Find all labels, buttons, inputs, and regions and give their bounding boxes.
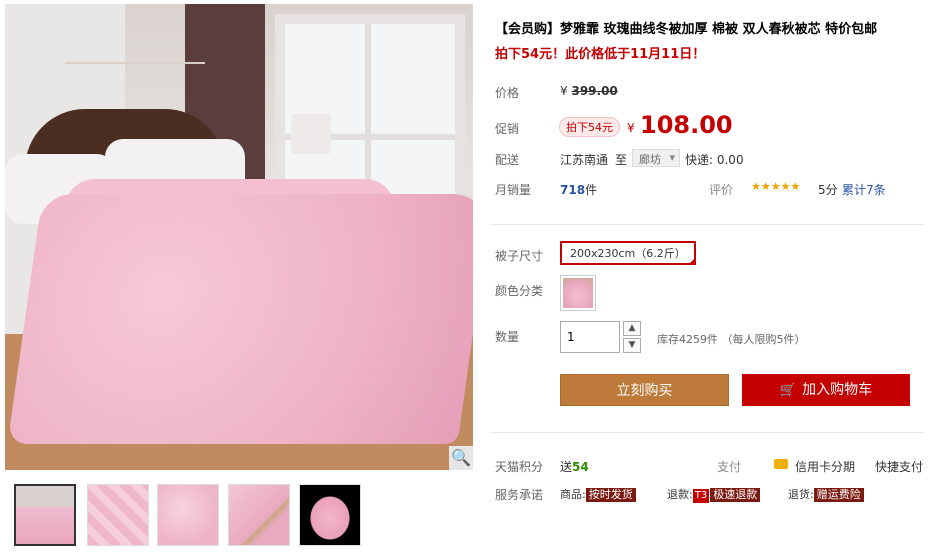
- points-give-word: 送: [560, 460, 573, 474]
- thumbnail-image: [158, 485, 218, 545]
- thumbnail-4[interactable]: [228, 484, 290, 546]
- thumbnail-image: [229, 485, 289, 545]
- thumbnail-3[interactable]: [157, 484, 219, 546]
- photo-lamp: [291, 114, 331, 154]
- star-rating-icon: ★★★★★: [751, 180, 801, 193]
- main-product-image[interactable]: 🔍: [5, 4, 473, 470]
- color-swatch[interactable]: [560, 275, 596, 311]
- original-price: ¥ 399.00: [560, 84, 618, 98]
- reviews-link[interactable]: 累计7条: [842, 181, 886, 198]
- t3-badge: T3: [692, 489, 710, 503]
- buy-now-button[interactable]: 立刻购买: [560, 374, 729, 406]
- promise-goods: 商品: 按时发货: [560, 486, 636, 502]
- divider: [490, 224, 925, 225]
- original-price-value: 399.00: [571, 84, 618, 98]
- rating-label: 评价: [709, 183, 734, 197]
- current-price: 108.00: [640, 111, 733, 139]
- quantity-label: 数量: [495, 330, 520, 344]
- cart-icon: 🛒: [779, 383, 797, 398]
- payment-label: 支付: [717, 460, 742, 474]
- thumbnail-image: [88, 485, 148, 545]
- quantity-input[interactable]: [560, 321, 620, 353]
- monthly-sales-label: 月销量: [495, 183, 532, 197]
- product-title: 【会员购】梦雅霏 玫瑰曲线冬被加厚 棉被 双人春秋被芯 特价包邮: [495, 22, 878, 37]
- fast-refund-badge[interactable]: 极速退款: [710, 488, 761, 502]
- promise-refund: 退款: T3 极速退款: [667, 486, 761, 503]
- ship-from: 江苏南通: [560, 153, 609, 167]
- promo-badge: 拍下54元: [559, 117, 620, 137]
- rating-score: 5分: [818, 183, 838, 197]
- divider: [490, 432, 925, 433]
- promise-return-prefix: 退货:: [788, 488, 814, 501]
- credit-card-icon: [774, 459, 788, 469]
- price-label: 价格: [495, 86, 520, 100]
- photo-quilt: [7, 194, 473, 444]
- credit-installment[interactable]: 信用卡分期: [795, 458, 855, 475]
- size-option-selected[interactable]: 200x230cm（6.2斤）: [560, 241, 696, 265]
- points-label[interactable]: 天猫积分: [495, 458, 543, 475]
- quick-pay[interactable]: 快捷支付: [875, 458, 923, 475]
- color-swatch-image: [563, 278, 593, 308]
- points-value: 送54: [560, 458, 589, 475]
- zoom-icon[interactable]: 🔍: [449, 446, 473, 470]
- ship-to-word: 至: [615, 153, 628, 167]
- current-currency: ¥: [627, 121, 635, 135]
- quantity-increase-icon[interactable]: ▲: [623, 321, 641, 336]
- thumbnail-5[interactable]: [299, 484, 361, 546]
- points-amount: 54: [572, 460, 589, 474]
- add-to-cart-button[interactable]: 🛒 加入购物车: [742, 374, 910, 406]
- product-subtitle: 拍下54元！此价格低于11月11日！: [495, 47, 706, 62]
- promise-goods-prefix: 商品:: [560, 488, 586, 501]
- on-time-shipping-badge[interactable]: 按时发货: [585, 488, 636, 502]
- shipping-insurance-badge[interactable]: 赠运费险: [813, 488, 864, 502]
- color-label: 颜色分类: [495, 284, 544, 298]
- thumbnail-image: [16, 486, 74, 544]
- original-currency: ¥: [560, 84, 568, 98]
- destination-select[interactable]: 廊坊: [632, 149, 680, 167]
- shipping-label: 配送: [495, 153, 520, 167]
- promise-return: 退货: 赠运费险: [788, 486, 864, 502]
- freight-cost: 快递: 0.00: [685, 153, 744, 167]
- promise-refund-prefix: 退款:: [667, 488, 693, 501]
- promo-label: 促销: [495, 122, 520, 136]
- thumbnail-2[interactable]: [87, 484, 149, 546]
- add-to-cart-label: 加入购物车: [802, 382, 873, 398]
- monthly-sales-count: 718: [560, 183, 586, 197]
- monthly-sales-unit: 件: [585, 183, 598, 197]
- thumbnail-1[interactable]: [14, 484, 76, 546]
- service-promise-label: 服务承诺: [495, 488, 544, 502]
- quantity-decrease-icon[interactable]: ▼: [623, 338, 641, 353]
- thumbnail-image: [300, 485, 360, 545]
- size-label: 被子尺寸: [495, 249, 544, 263]
- stock-info: 库存4259件 （每人限购5件）: [657, 333, 806, 346]
- product-info-panel: 【会员购】梦雅霏 玫瑰曲线冬被加厚 棉被 双人春秋被芯 特价包邮 拍下54元！此…: [490, 0, 930, 553]
- photo-chandelier: [65, 4, 205, 64]
- monthly-sales: 718件: [560, 181, 597, 198]
